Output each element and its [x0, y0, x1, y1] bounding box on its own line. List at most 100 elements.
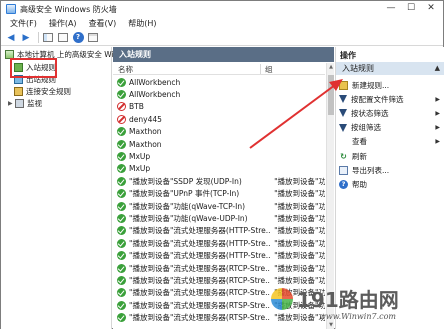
rule-group: "播放到设备"功能	[274, 251, 325, 261]
tree-item-label: 监视	[27, 99, 42, 108]
rule-row[interactable]: "播放到设备"流式处理服务器(RTCP-Stre..."播放到设备"功能	[117, 262, 325, 274]
submenu-arrow-icon: ▶	[435, 124, 440, 132]
rule-name: "播放到设备"流式处理服务器(RTSP-Stre...	[129, 313, 271, 323]
new-rule-icon	[339, 80, 348, 90]
properties-icon	[58, 33, 68, 42]
rule-row[interactable]: BTB	[117, 101, 325, 113]
actions-section-label: 入站规则	[342, 64, 374, 73]
enabled-rule-icon	[117, 127, 126, 137]
rule-row[interactable]: Maxthon	[117, 126, 325, 138]
action-label: 刷新	[352, 151, 367, 161]
rule-row[interactable]: Maxthon	[117, 138, 325, 150]
action-item[interactable]: 导出列表...	[339, 164, 443, 176]
watermark-title: 191路由网	[297, 288, 399, 312]
filter-icon	[339, 109, 347, 118]
action-item[interactable]: 按配置文件筛选 ▶	[339, 93, 443, 105]
toolbar-divider	[38, 32, 39, 43]
column-name[interactable]: 名称	[118, 64, 133, 75]
rule-name: BTB	[129, 102, 144, 112]
rule-row[interactable]: "播放到设备"流式处理服务器(HTTP-Stre..."播放到设备"功能	[117, 225, 325, 237]
rule-group: "播放到设备"功能	[274, 226, 325, 236]
collapse-caret-icon[interactable]: ▲	[435, 62, 440, 75]
menu-file[interactable]: 文件(F)	[4, 18, 43, 29]
menu-help[interactable]: 帮助(H)	[122, 18, 162, 29]
action-label: 按状态筛选	[351, 108, 389, 118]
rule-row[interactable]: "播放到设备"功能(qWave-UDP-In) "播放到设备"功能	[117, 212, 325, 224]
properties-button[interactable]	[57, 32, 69, 44]
blocked-rule-icon	[117, 102, 126, 112]
rule-name: AllWorkbench	[129, 89, 181, 99]
scrollbar-thumb[interactable]	[328, 75, 334, 115]
rule-name: "播放到设备"UPnP 事件(TCP-In)	[129, 189, 240, 199]
monitoring-icon	[15, 99, 24, 108]
firewall-window: 高级安全 Windows 防火墙 — ☐ ✕ 文件(F) 操作(A) 查看(V)…	[0, 0, 444, 329]
menu-action[interactable]: 操作(A)	[43, 18, 83, 29]
enabled-rule-icon	[117, 213, 126, 223]
action-item[interactable]: 新建规则...	[339, 79, 443, 91]
show-hide-tree-button[interactable]	[42, 32, 54, 44]
enabled-rule-icon	[117, 77, 126, 87]
tree-item-label: 连接安全规则	[26, 87, 71, 96]
enabled-rule-icon	[117, 263, 126, 273]
enabled-rule-icon	[117, 201, 126, 211]
rule-name: "播放到设备"流式处理服务器(HTTP-Stre...	[129, 251, 271, 261]
show-action-pane-button[interactable]	[87, 32, 99, 44]
rule-row[interactable]: "播放到设备"流式处理服务器(HTTP-Stre..."播放到设备"功能	[117, 237, 325, 249]
rule-row[interactable]: deny445	[117, 113, 325, 125]
watermark-logo-icon	[271, 288, 293, 310]
action-item[interactable]: 查看 ▶	[339, 136, 443, 148]
tree-item-connection-security-rules[interactable]: 连接安全规则	[14, 86, 71, 97]
column-group[interactable]: 组	[265, 64, 273, 75]
rule-row[interactable]: "播放到设备"SSDP 发现(UDP-In) "播放到设备"功能	[117, 175, 325, 187]
menu-view[interactable]: 查看(V)	[83, 18, 123, 29]
rule-name: "播放到设备"SSDP 发现(UDP-In)	[129, 176, 242, 186]
minimize-button[interactable]: —	[381, 1, 401, 17]
rule-name: "播放到设备"功能(qWave-UDP-In)	[129, 213, 248, 223]
expand-arrow-icon[interactable]: ▶	[8, 100, 14, 107]
help-icon: ?	[339, 179, 348, 189]
action-label: 按配置文件筛选	[351, 94, 404, 104]
back-arrow-icon[interactable]: ◀	[5, 32, 17, 44]
actions-section-header[interactable]: 入站规则 ▲	[336, 62, 444, 75]
rule-row[interactable]: MxUp	[117, 150, 325, 162]
rule-name: "播放到设备"流式处理服务器(HTTP-Stre...	[129, 226, 271, 236]
rule-name: "播放到设备"流式处理服务器(RTSP-Stre...	[129, 300, 271, 310]
scroll-up-icon[interactable]: ▲	[327, 63, 335, 71]
connection-security-icon	[14, 87, 23, 96]
navigation-tree: 本地计算机 上的高级安全 Windo 入站规则 出站规则 连接安全规则 ▶ 监视	[1, 47, 128, 329]
rule-row[interactable]: AllWorkbench	[117, 88, 325, 100]
rule-group: "播放到设备"功能	[274, 238, 325, 248]
forward-arrow-icon[interactable]: ▶	[20, 32, 32, 44]
action-pane-icon	[88, 33, 98, 42]
rule-row[interactable]: MxUp	[117, 163, 325, 175]
enabled-rule-icon	[117, 251, 126, 261]
maximize-button[interactable]: ☐	[401, 1, 421, 17]
enabled-rule-icon	[117, 139, 126, 149]
enabled-rule-icon	[117, 189, 126, 199]
window-controls: — ☐ ✕	[381, 1, 441, 17]
column-divider[interactable]	[260, 64, 261, 74]
rule-row[interactable]: "播放到设备"UPnP 事件(TCP-In) "播放到设备"功能	[117, 188, 325, 200]
rule-group: "播放到设备"功能	[274, 213, 325, 223]
enabled-rule-icon	[117, 226, 126, 236]
action-item[interactable]: 按组筛选 ▶	[339, 122, 443, 134]
enabled-rule-icon	[117, 313, 126, 323]
action-label: 新建规则...	[352, 80, 390, 90]
action-item[interactable]: ? 帮助	[339, 178, 443, 190]
tree-item-monitoring[interactable]: ▶ 监视	[8, 98, 42, 109]
rule-name: "播放到设备"功能(qWave-TCP-In)	[129, 201, 246, 211]
action-label: 帮助	[352, 179, 367, 189]
action-item[interactable]: ↻ 刷新	[339, 150, 443, 162]
help-button[interactable]: ?	[72, 32, 84, 44]
rule-row[interactable]: "播放到设备"流式处理服务器(HTTP-Stre..."播放到设备"功能	[117, 250, 325, 262]
rule-row[interactable]: "播放到设备"功能(qWave-TCP-In) "播放到设备"功能	[117, 200, 325, 212]
action-item[interactable]: 按状态筛选 ▶	[339, 107, 443, 119]
rule-row[interactable]: AllWorkbench	[117, 76, 325, 88]
rule-name: "播放到设备"流式处理服务器(RTCP-Stre...	[129, 263, 271, 273]
submenu-arrow-icon: ▶	[435, 109, 440, 117]
filter-icon	[339, 123, 347, 132]
export-icon	[339, 165, 348, 175]
rule-group: "播放到设备"功能	[274, 201, 325, 211]
enabled-rule-icon	[117, 164, 126, 174]
close-button[interactable]: ✕	[421, 1, 441, 17]
